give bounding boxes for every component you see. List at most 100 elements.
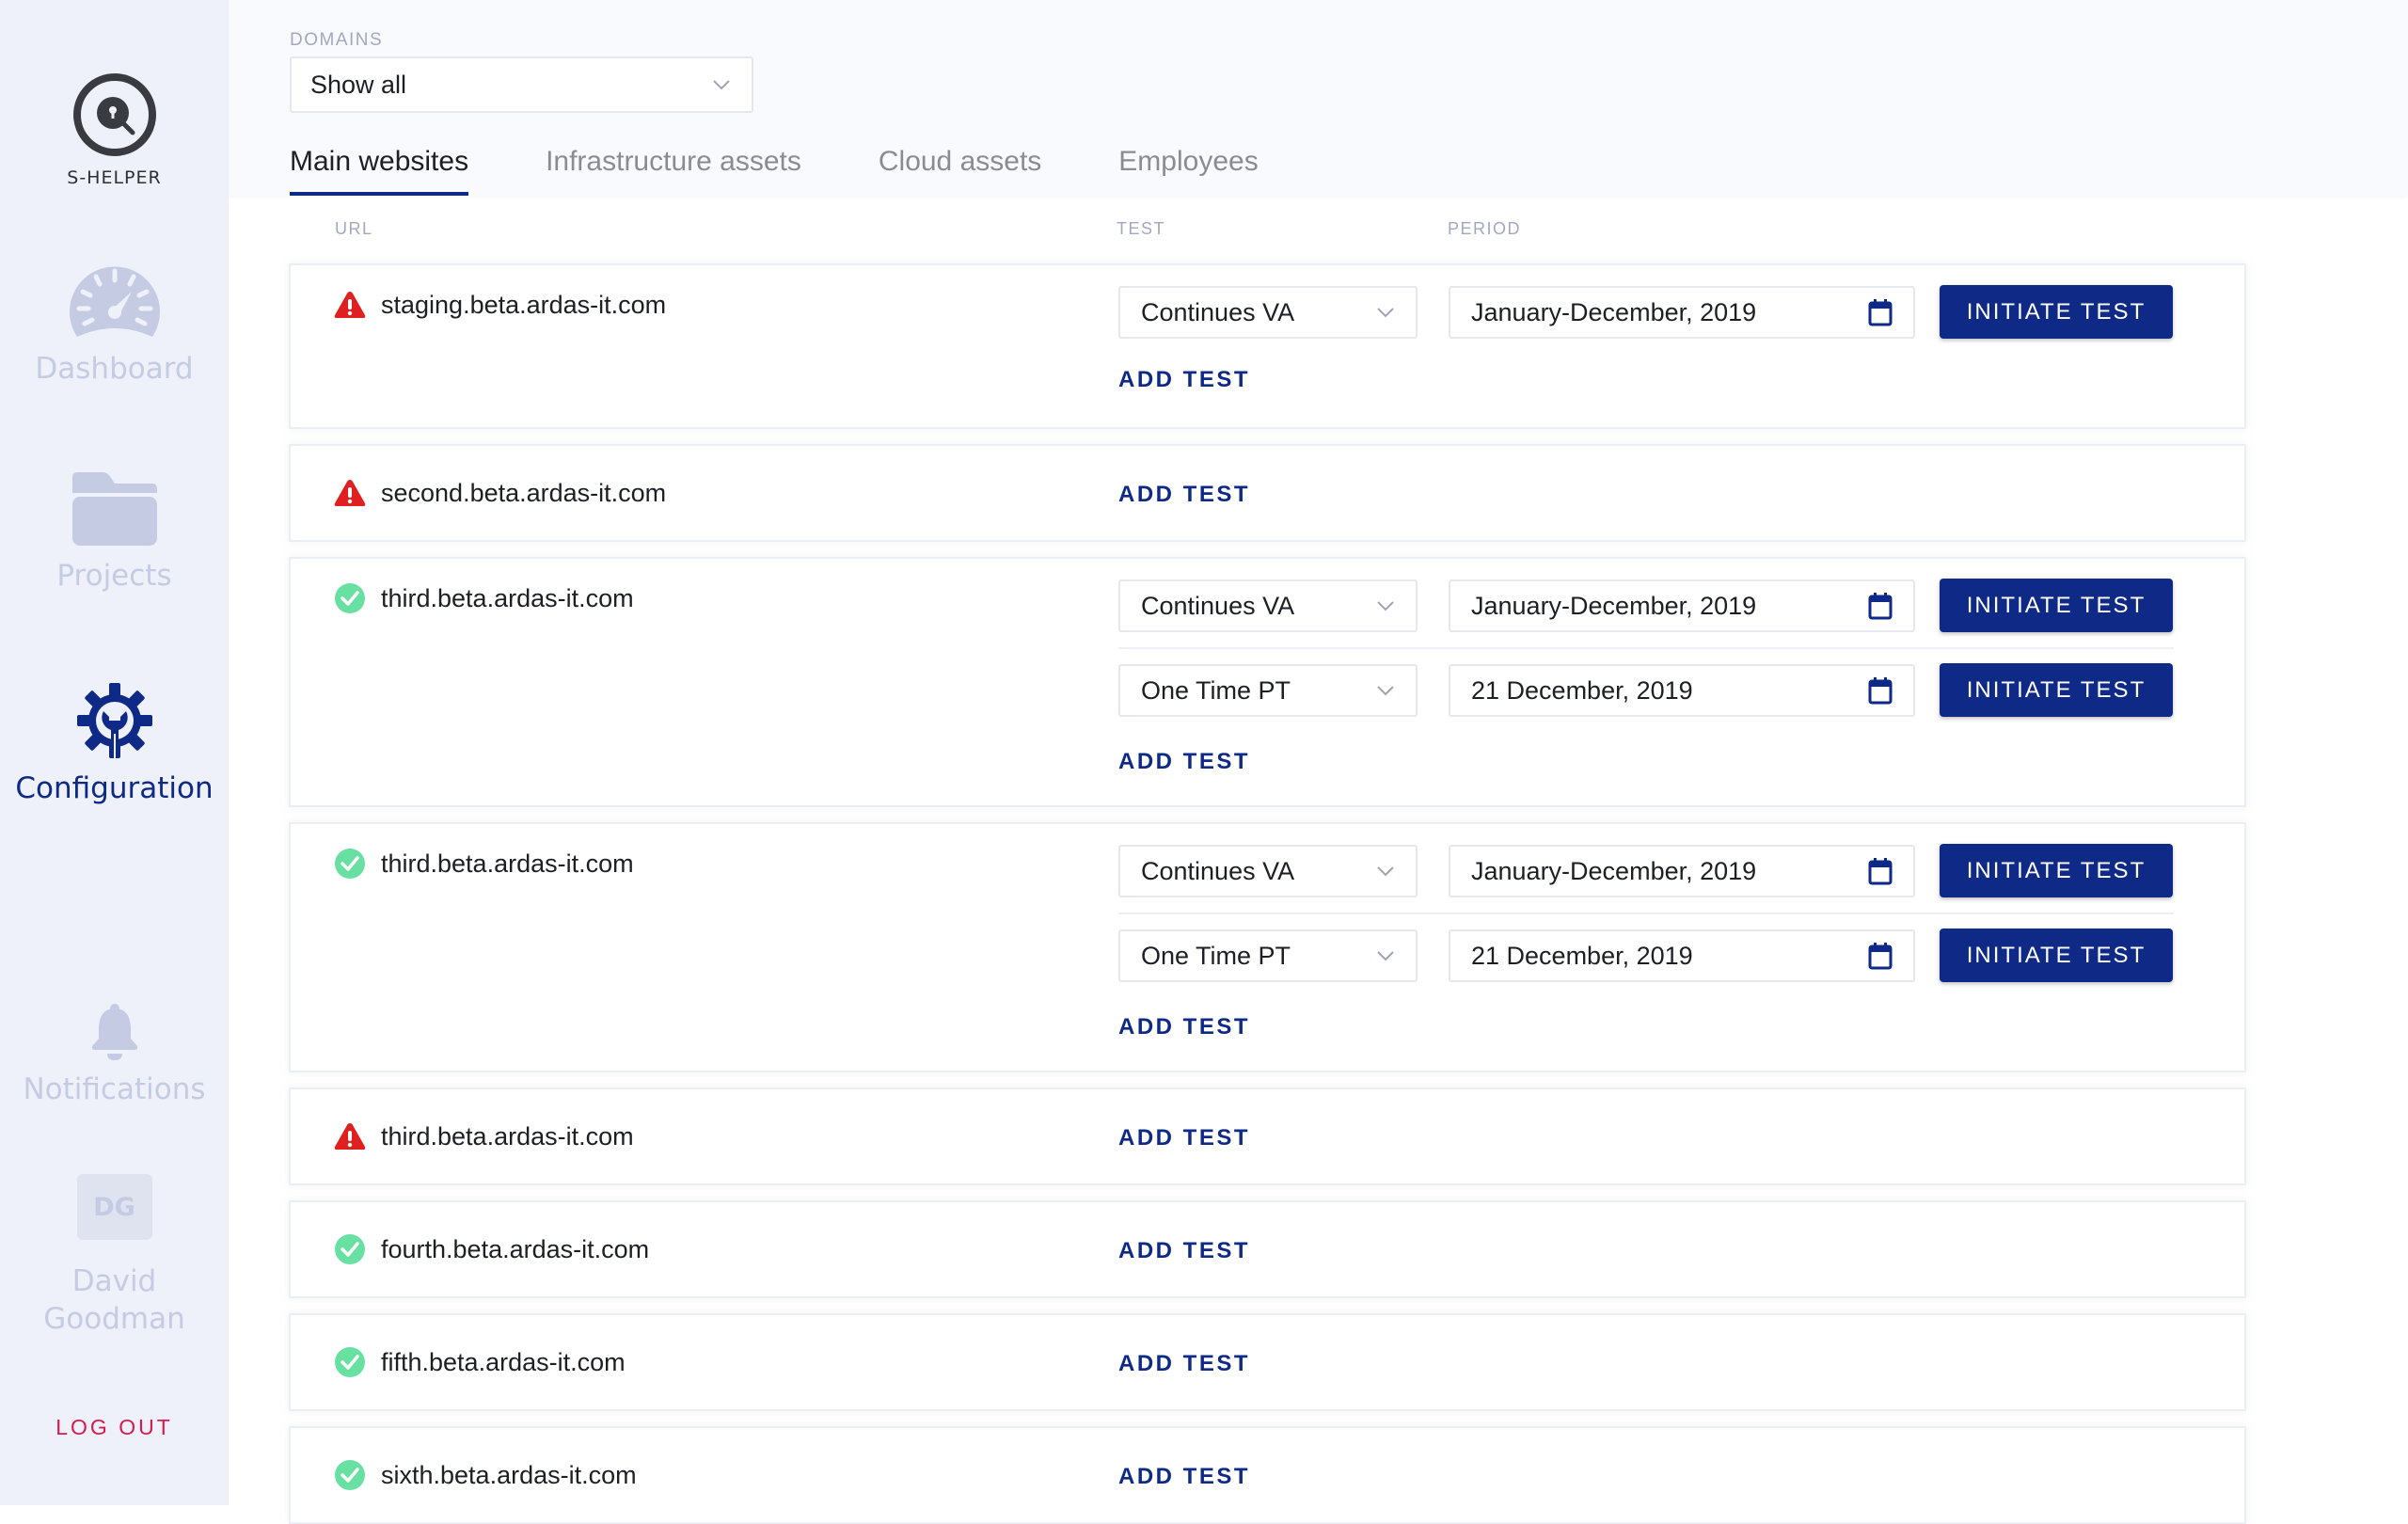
check-circle-icon — [335, 1460, 365, 1490]
period-date-field[interactable]: January-December, 2019 — [1449, 579, 1915, 632]
site-url: third.beta.ardas-it.com — [381, 849, 634, 878]
site-url-cell: third.beta.ardas-it.com — [334, 551, 634, 645]
chevron-down-icon — [1377, 686, 1394, 696]
site-url-cell: third.beta.ardas-it.com — [334, 1089, 634, 1183]
period-date-field[interactable]: January-December, 2019 — [1449, 845, 1915, 897]
domains-select-value: Show all — [310, 70, 407, 99]
add-test-button[interactable]: ADD TEST — [1118, 367, 1250, 393]
calendar-icon[interactable] — [1868, 298, 1893, 326]
test-type-value: One Time PT — [1141, 941, 1291, 970]
period-value: January-December, 2019 — [1471, 591, 1757, 620]
add-test-button[interactable]: ADD TEST — [1118, 482, 1250, 508]
site-url: fourth.beta.ardas-it.com — [381, 1234, 650, 1263]
period-date-field[interactable]: January-December, 2019 — [1449, 286, 1915, 339]
add-test-button[interactable]: ADD TEST — [1118, 749, 1250, 775]
sidebar-item-dashboard[interactable]: Dashboard — [0, 260, 229, 386]
initiate-test-button[interactable]: INITIATE TEST — [1940, 929, 2173, 982]
status-indicator — [334, 1120, 366, 1152]
tab-cloud-assets[interactable]: Cloud assets — [879, 146, 1041, 196]
chevron-down-icon — [1377, 601, 1394, 611]
sidebar-item-projects[interactable]: Projects — [0, 470, 229, 593]
calendar-icon[interactable] — [1868, 592, 1893, 620]
test-type-value: Continues VA — [1141, 856, 1295, 885]
site-card: sixth.beta.ardas-it.com ADD TEST — [289, 1426, 2246, 1524]
domains-label: DOMAINS — [290, 30, 384, 50]
brand-name: S-HELPER — [67, 167, 162, 188]
test-type-value: One Time PT — [1141, 675, 1291, 705]
warning-icon — [334, 292, 366, 318]
user-name: David Goodman — [0, 1262, 229, 1338]
test-row: One Time PT 21 December, 2019 INITIATE TES… — [1118, 929, 2257, 982]
test-type-value: Continues VA — [1141, 297, 1295, 326]
site-url-cell: second.beta.ardas-it.com — [334, 446, 666, 540]
domains-select[interactable]: Show all — [290, 56, 753, 113]
chevron-down-icon — [1377, 951, 1394, 961]
test-type-select[interactable]: Continues VA — [1118, 845, 1418, 897]
sidebar-item-label: Notifications — [23, 1072, 206, 1106]
site-url-cell: third.beta.ardas-it.com — [334, 817, 634, 911]
site-card: fifth.beta.ardas-it.com ADD TEST — [289, 1313, 2246, 1411]
chevron-down-icon — [1377, 866, 1394, 877]
status-indicator — [334, 1459, 366, 1491]
tab-main-websites[interactable]: Main websites — [290, 146, 469, 196]
calendar-icon[interactable] — [1868, 857, 1893, 885]
initiate-test-button[interactable]: INITIATE TEST — [1940, 663, 2173, 717]
test-row: Continues VA January-December, 2019 INITIA… — [1118, 285, 2257, 339]
add-test-button[interactable]: ADD TEST — [1118, 1351, 1250, 1377]
sidebar-item-label: Configuration — [15, 771, 214, 805]
user-profile[interactable]: DG David Goodman — [0, 1174, 229, 1338]
test-row: Continues VA January-December, 2019 INITIA… — [1118, 579, 2257, 632]
sidebar-item-label: Dashboard — [35, 352, 194, 386]
add-test-button[interactable]: ADD TEST — [1118, 1014, 1250, 1040]
warning-icon — [334, 1123, 366, 1150]
check-circle-icon — [335, 1347, 365, 1377]
add-test-button[interactable]: ADD TEST — [1118, 1238, 1250, 1264]
sidebar-item-notifications[interactable]: Notifications — [0, 1003, 229, 1106]
site-url: sixth.beta.ardas-it.com — [381, 1460, 637, 1489]
test-row: Continues VA January-December, 2019 INITIA… — [1118, 844, 2257, 897]
add-test-button[interactable]: ADD TEST — [1118, 1464, 1250, 1490]
tabs: Main websites Infrastructure assets Clou… — [290, 146, 1336, 196]
site-card: second.beta.ardas-it.com ADD TEST — [289, 444, 2246, 542]
calendar-icon[interactable] — [1868, 676, 1893, 705]
initiate-test-button[interactable]: INITIATE TEST — [1940, 285, 2173, 339]
initiate-test-button[interactable]: INITIATE TEST — [1940, 579, 2173, 632]
calendar-icon[interactable] — [1868, 942, 1893, 970]
tab-infrastructure-assets[interactable]: Infrastructure assets — [546, 146, 801, 196]
tab-employees[interactable]: Employees — [1118, 146, 1258, 196]
check-circle-icon — [335, 1234, 365, 1264]
status-indicator — [334, 1233, 366, 1265]
user-last-name: Goodman — [43, 1302, 185, 1336]
test-type-select[interactable]: Continues VA — [1118, 579, 1418, 632]
period-date-field[interactable]: 21 December, 2019 — [1449, 929, 1915, 982]
brand: S-HELPER — [0, 71, 229, 188]
gear-wrench-icon — [76, 683, 152, 758]
check-circle-icon — [335, 583, 365, 613]
test-type-select[interactable]: One Time PT — [1118, 664, 1418, 717]
test-divider — [1118, 647, 2174, 649]
sidebar-item-configuration[interactable]: Configuration — [0, 681, 229, 805]
site-url: third.beta.ardas-it.com — [381, 583, 634, 612]
column-header-test: TEST — [1117, 219, 1166, 238]
period-date-field[interactable]: 21 December, 2019 — [1449, 664, 1915, 717]
bell-icon — [91, 1004, 137, 1060]
site-url-cell: sixth.beta.ardas-it.com — [334, 1428, 637, 1522]
test-type-select[interactable]: Continues VA — [1118, 286, 1418, 339]
add-test-button[interactable]: ADD TEST — [1118, 1125, 1250, 1151]
status-indicator — [334, 289, 366, 321]
test-type-value: Continues VA — [1141, 591, 1295, 620]
period-value: 21 December, 2019 — [1471, 675, 1693, 705]
site-url-cell: fifth.beta.ardas-it.com — [334, 1315, 626, 1409]
test-row: One Time PT 21 December, 2019 INITIATE TES… — [1118, 663, 2257, 717]
period-value: 21 December, 2019 — [1471, 941, 1693, 970]
period-value: January-December, 2019 — [1471, 297, 1757, 326]
status-indicator — [334, 848, 366, 880]
avatar: DG — [76, 1174, 152, 1240]
test-type-select[interactable]: One Time PT — [1118, 929, 1418, 982]
chevron-down-icon — [713, 80, 730, 90]
period-value: January-December, 2019 — [1471, 856, 1757, 885]
dashboard-gauge-icon — [69, 266, 160, 337]
logout-button[interactable]: LOG OUT — [0, 1415, 229, 1440]
initiate-test-button[interactable]: INITIATE TEST — [1940, 844, 2173, 897]
sidebar: S-HELPER Dashboard Projects Configuratio… — [0, 0, 229, 1505]
